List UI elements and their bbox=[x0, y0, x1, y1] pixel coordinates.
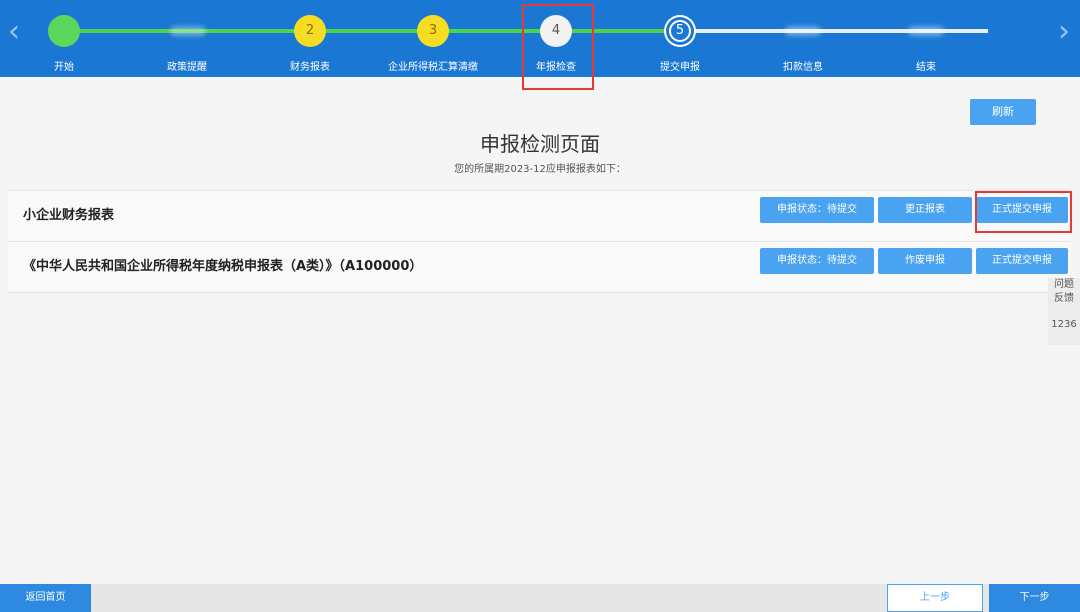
next-step-button[interactable]: 下一步 bbox=[989, 584, 1080, 612]
hotline-number: 1236 bbox=[1051, 319, 1077, 330]
step-8-label[interactable]: 结束 bbox=[916, 58, 936, 73]
status-badge[interactable]: 申报状态：待提交 bbox=[760, 197, 874, 223]
report-row-financial: 小企业财务报表 申报状态：待提交 更正报表 正式提交申报 bbox=[8, 190, 1070, 242]
chevron-right-icon[interactable]: › bbox=[1052, 14, 1076, 50]
report-row-income-tax: 《中华人民共和国企业所得税年度纳税申报表（A类）》（A100000） 申报状态：… bbox=[8, 241, 1070, 293]
refresh-button[interactable]: 刷新 bbox=[970, 99, 1036, 125]
step-7-marker bbox=[785, 26, 821, 36]
step-8-marker bbox=[908, 26, 944, 36]
report-name: 《中华人民共和国企业所得税年度纳税申报表（A类）》（A100000） bbox=[23, 259, 423, 274]
feedback-label-line2: 反馈 bbox=[1054, 293, 1074, 304]
current-step-highlight bbox=[522, 4, 594, 90]
step-6-label[interactable]: 提交申报 bbox=[660, 58, 700, 73]
step-4-label[interactable]: 企业所得税汇算清缴 bbox=[388, 58, 478, 73]
page-subtitle: 您的所属期2023-12应申报报表如下： bbox=[454, 164, 626, 175]
page-title: 申报检测页面 bbox=[480, 132, 600, 156]
step-4-circle[interactable]: 3 bbox=[417, 15, 449, 47]
chevron-left-icon[interactable]: ‹ bbox=[2, 14, 26, 50]
feedback-label-line1: 问题 bbox=[1054, 279, 1074, 290]
step-6-circle[interactable]: 5 bbox=[669, 20, 691, 42]
step-1-label[interactable]: 开始 bbox=[54, 58, 74, 73]
report-name: 小企业财务报表 bbox=[23, 208, 115, 223]
step-7-label[interactable]: 扣款信息 bbox=[783, 58, 823, 73]
step-2-label[interactable]: 政策提醒 bbox=[167, 58, 207, 73]
step-3-label[interactable]: 财务报表 bbox=[290, 58, 330, 73]
step-1-circle[interactable] bbox=[48, 15, 80, 47]
feedback-widget[interactable]: 问题 反馈 1236 bbox=[1048, 278, 1080, 345]
submit-button-highlight bbox=[975, 191, 1072, 233]
home-button[interactable]: 返回首页 bbox=[0, 584, 91, 612]
submit-declaration-button[interactable]: 正式提交申报 bbox=[976, 248, 1068, 274]
correct-report-button[interactable]: 更正报表 bbox=[878, 197, 972, 223]
void-declaration-button[interactable]: 作废申报 bbox=[878, 248, 972, 274]
previous-step-button[interactable]: 上一步 bbox=[887, 584, 983, 612]
step-2-marker bbox=[170, 26, 206, 36]
status-badge[interactable]: 申报状态：待提交 bbox=[760, 248, 874, 274]
step-3-circle[interactable]: 2 bbox=[294, 15, 326, 47]
